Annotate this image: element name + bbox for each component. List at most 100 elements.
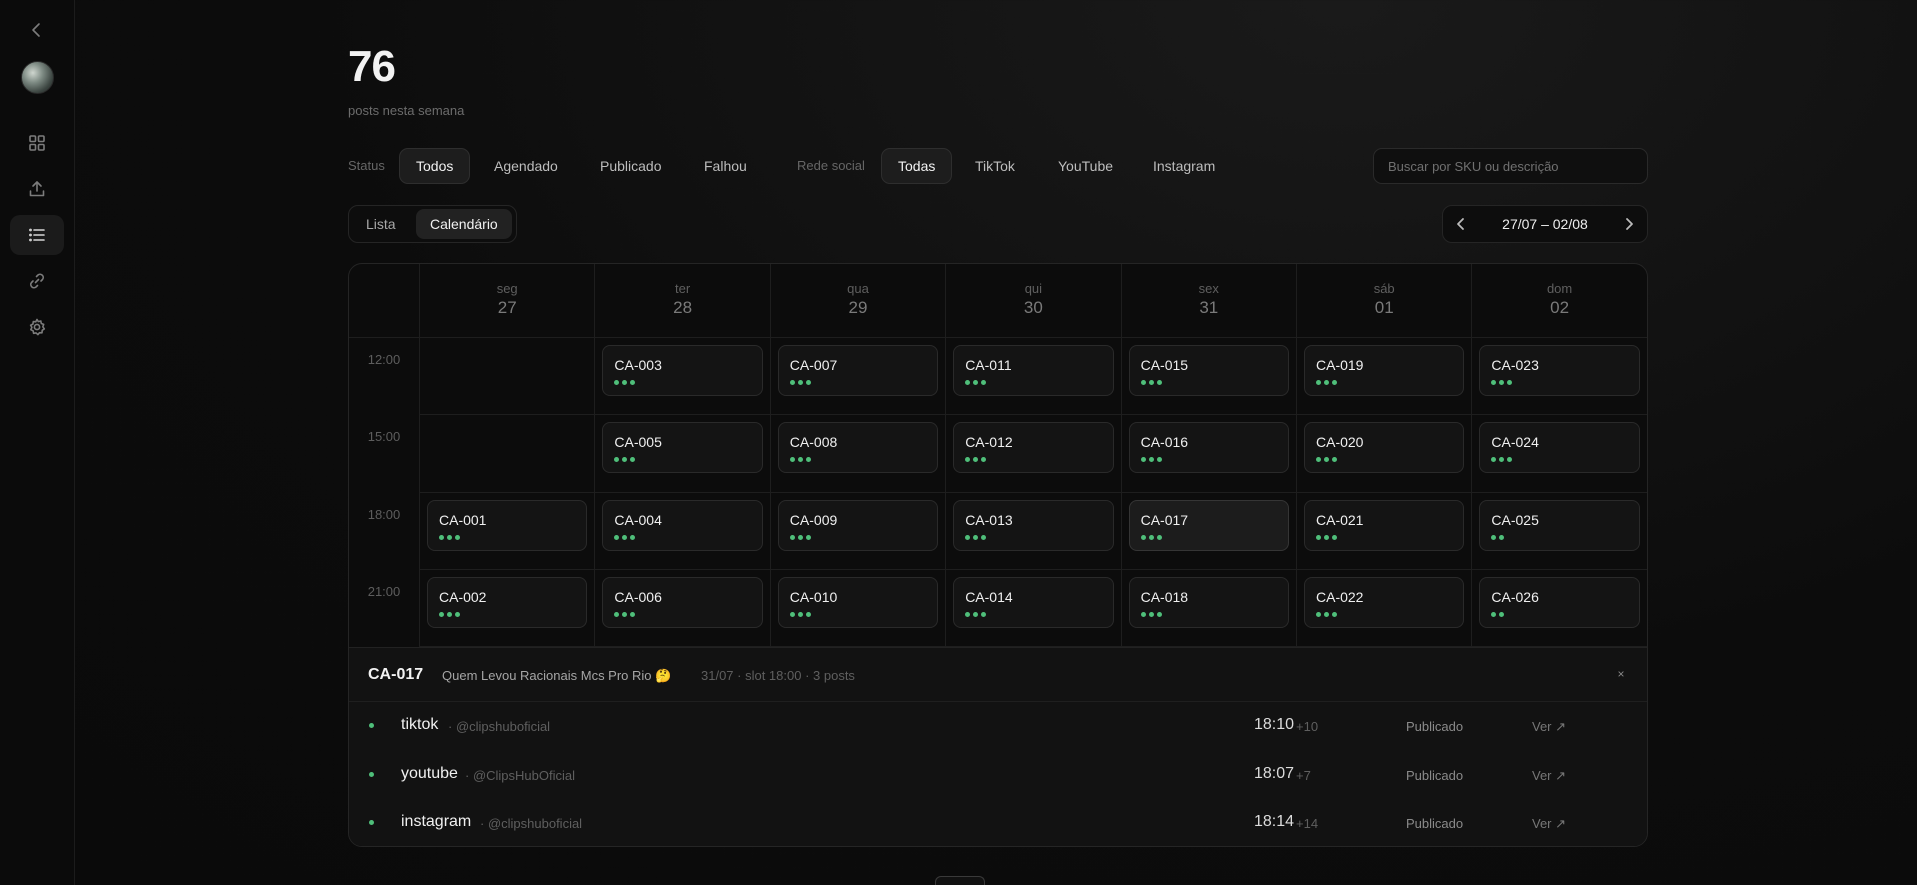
calendar: seg 27 ter 28 qua 29 qui 30 sex 31 sáb 01 dom 02 12:00… — [348, 263, 1648, 847]
post-card-sku: CA-010 — [789, 588, 838, 605]
post-delay: +7 — [1296, 767, 1311, 783]
post-card-ca-013[interactable]: CA-013 — [953, 499, 1114, 551]
post-card-ca-003[interactable]: CA-003 — [602, 345, 763, 396]
post-card-ca-010[interactable]: CA-010 — [777, 576, 939, 628]
status-todos-chip[interactable]: Todos — [399, 148, 471, 184]
network-todas-chip[interactable]: Todas — [881, 148, 953, 184]
calendar-cell[interactable]: CA-004 — [594, 492, 770, 570]
next-week-icon[interactable] — [1611, 206, 1647, 242]
post-card-ca-017[interactable]: CA-017 — [1128, 499, 1289, 551]
status-dot — [614, 611, 620, 617]
network-instagram-chip[interactable]: Instagram — [1137, 148, 1231, 184]
calendar-cell[interactable]: CA-014 — [945, 569, 1121, 647]
list-view-button[interactable]: Lista — [352, 209, 410, 239]
post-card-ca-021[interactable]: CA-021 — [1304, 499, 1465, 551]
post-card-sku: CA-014 — [965, 588, 1013, 605]
calendar-cell[interactable]: CA-003 — [594, 338, 770, 416]
calendar-cell[interactable]: CA-019 — [1296, 338, 1472, 416]
close-icon[interactable]: × — [1611, 664, 1631, 684]
view-post-link[interactable]: Ver ↗ — [1532, 816, 1566, 832]
day-date: 31 — [1199, 298, 1219, 317]
status-dot — [1491, 611, 1497, 617]
status-dot — [1156, 534, 1162, 540]
calendar-cell[interactable]: CA-025 — [1471, 492, 1647, 570]
post-card-ca-019[interactable]: CA-019 — [1304, 345, 1465, 396]
calendar-cell[interactable]: CA-022 — [1296, 569, 1472, 647]
calendar-cell[interactable]: CA-018 — [1120, 569, 1296, 647]
calendar-cell[interactable]: CA-001 — [419, 492, 595, 570]
calendar-cell[interactable]: CA-009 — [769, 492, 946, 570]
avatar[interactable] — [21, 61, 54, 94]
prev-week-icon[interactable] — [1443, 206, 1479, 242]
status-falhou-chip[interactable]: Falhou — [688, 148, 763, 184]
back-icon[interactable] — [10, 10, 64, 50]
upload-icon[interactable] — [10, 169, 64, 209]
post-card-ca-014[interactable]: CA-014 — [953, 576, 1114, 628]
grid-icon[interactable] — [10, 123, 64, 163]
status-dot — [1148, 534, 1154, 540]
post-card-ca-007[interactable]: CA-007 — [777, 345, 939, 396]
calendar-cell[interactable]: CA-023 — [1471, 338, 1647, 416]
post-card-ca-004[interactable]: CA-004 — [602, 499, 763, 551]
post-card-ca-012[interactable]: CA-012 — [953, 422, 1114, 474]
view-post-link[interactable]: Ver ↗ — [1532, 719, 1566, 735]
post-card-ca-018[interactable]: CA-018 — [1128, 576, 1289, 628]
post-card-ca-020[interactable]: CA-020 — [1304, 422, 1465, 474]
status-agendado-chip[interactable]: Agendado — [478, 148, 574, 184]
network-youtube-chip[interactable]: YouTube — [1042, 148, 1129, 184]
calendar-cell[interactable]: CA-012 — [945, 415, 1121, 493]
network-status-dots — [1140, 457, 1162, 463]
calendar-cell[interactable] — [419, 338, 595, 416]
post-card-ca-023[interactable]: CA-023 — [1479, 345, 1640, 396]
post-card-ca-005[interactable]: CA-005 — [602, 422, 763, 474]
calendar-cell[interactable]: CA-017 — [1120, 492, 1296, 570]
post-card-ca-011[interactable]: CA-011 — [953, 345, 1114, 396]
calendar-cell[interactable]: CA-016 — [1120, 415, 1296, 493]
link-icon[interactable] — [10, 261, 64, 301]
post-status: Publicado — [1406, 816, 1464, 831]
post-card-ca-008[interactable]: CA-008 — [777, 422, 939, 474]
status-dot — [1148, 380, 1154, 385]
post-card-ca-026[interactable]: CA-026 — [1479, 576, 1640, 628]
calendar-cell[interactable]: CA-008 — [769, 415, 946, 493]
calendar-cell[interactable]: CA-024 — [1471, 415, 1647, 493]
status-dot — [622, 457, 628, 463]
calendar-cell[interactable]: CA-006 — [594, 569, 770, 647]
post-card-ca-022[interactable]: CA-022 — [1304, 576, 1465, 628]
calendar-cell[interactable] — [419, 415, 595, 493]
calendar-cell[interactable]: CA-011 — [945, 338, 1121, 416]
post-card-ca-016[interactable]: CA-016 — [1128, 422, 1289, 474]
calendar-cell[interactable]: CA-026 — [1471, 569, 1647, 647]
post-card-ca-015[interactable]: CA-015 — [1128, 345, 1289, 396]
sidebar — [0, 0, 75, 885]
network-status-dots — [965, 611, 987, 618]
calendar-cell[interactable]: CA-013 — [945, 492, 1121, 570]
post-card-ca-009[interactable]: CA-009 — [777, 499, 939, 551]
status-dot — [965, 534, 971, 540]
calendar-cell[interactable]: CA-002 — [419, 569, 595, 647]
settings-icon[interactable] — [10, 307, 64, 347]
network-tiktok-chip[interactable]: TikTok — [959, 148, 1031, 184]
list-icon[interactable] — [10, 215, 64, 255]
network-filter-label: Rede social — [797, 158, 865, 173]
status-dot — [630, 457, 636, 463]
view-post-link[interactable]: Ver ↗ — [1532, 768, 1566, 784]
post-card-ca-024[interactable]: CA-024 — [1479, 422, 1640, 474]
calendar-cell[interactable]: CA-015 — [1120, 338, 1296, 416]
calendar-cell[interactable]: CA-020 — [1296, 415, 1472, 493]
network-status-dots — [1140, 534, 1162, 541]
post-card-ca-006[interactable]: CA-006 — [602, 576, 763, 628]
calendar-cell[interactable]: CA-010 — [769, 569, 946, 647]
scroll-tab[interactable] — [935, 876, 985, 885]
calendar-cell[interactable]: CA-005 — [594, 415, 770, 493]
search-input[interactable] — [1373, 148, 1648, 184]
status-publicado-chip[interactable]: Publicado — [584, 148, 678, 184]
post-card-ca-002[interactable]: CA-002 — [427, 576, 588, 628]
post-card-ca-001[interactable]: CA-001 — [427, 499, 588, 551]
post-card-ca-025[interactable]: CA-025 — [1479, 499, 1640, 551]
calendar-view-button[interactable]: Calendário — [416, 209, 512, 239]
calendar-cell[interactable]: CA-007 — [769, 338, 946, 416]
status-dot — [973, 380, 979, 385]
calendar-cell[interactable]: CA-021 — [1296, 492, 1472, 570]
status-dot — [622, 611, 628, 617]
